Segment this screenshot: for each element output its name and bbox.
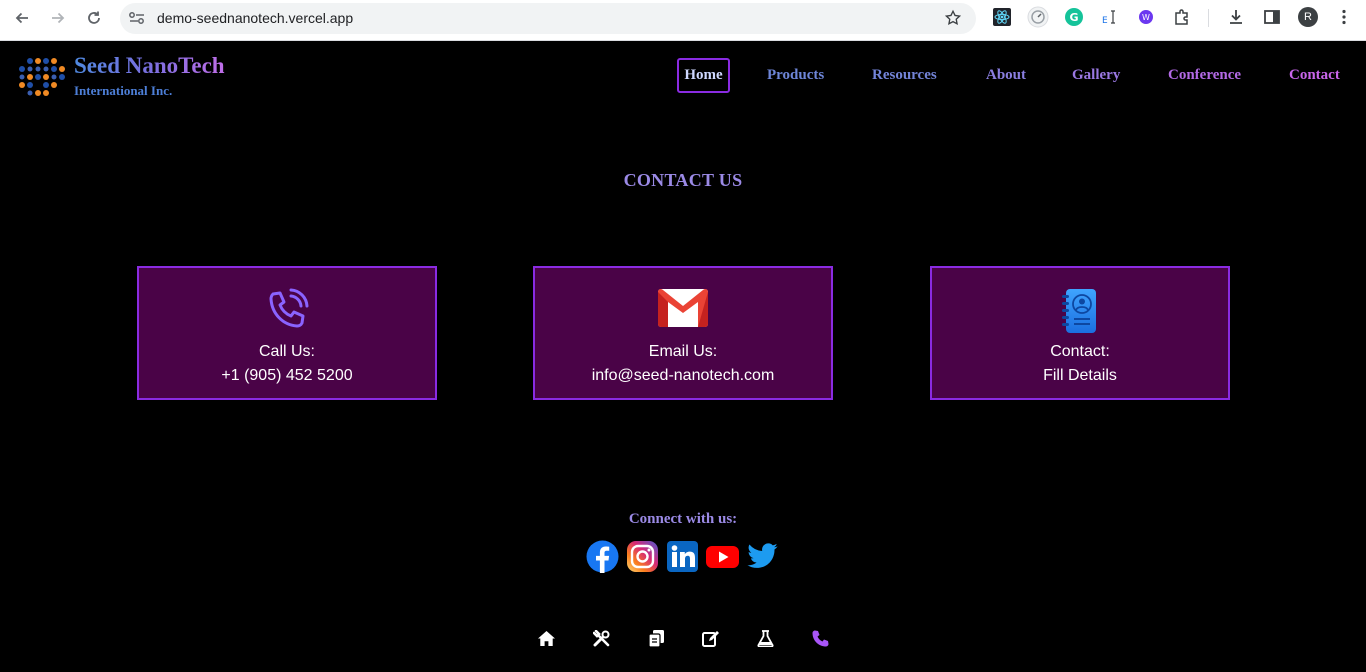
text-cursor-icon[interactable]: E [1101,8,1119,26]
home-icon[interactable] [537,629,555,647]
address-book-icon [932,288,1228,334]
nav-products[interactable]: Products [767,67,824,84]
download-icon[interactable] [1227,8,1245,26]
phone-number[interactable]: +1 (905) 452 5200 [139,367,435,385]
call-card[interactable]: Call Us: +1 (905) 452 5200 [137,266,437,400]
linkedin-icon[interactable] [666,540,699,573]
puzzle-icon[interactable] [1173,8,1191,26]
facebook-icon[interactable] [586,540,619,573]
brand-name[interactable]: Seed NanoTech [74,53,225,79]
contact-details-link[interactable]: Fill Details [932,367,1228,385]
bookmark-star-icon[interactable] [944,9,962,32]
section-title: CONTACT US [623,170,743,190]
wappalyzer-icon[interactable]: W [1137,8,1155,26]
brand-subtitle: International Inc. [74,83,173,98]
nav-home[interactable]: Home [677,58,730,93]
profile-avatar[interactable]: R [1298,7,1318,27]
nav-contact[interactable]: Contact [1289,67,1340,84]
svg-text:E: E [1102,16,1108,26]
forward-button[interactable] [45,6,71,30]
youtube-icon[interactable] [706,540,739,573]
phone-call-icon [139,288,435,332]
phone-icon[interactable] [811,629,829,647]
svg-text:G: G [1069,11,1078,24]
connect-heading: Connect with us: [628,511,738,527]
twitter-icon[interactable] [746,540,779,573]
nav-about[interactable]: About [986,67,1026,84]
call-label: Call Us: [258,343,315,360]
flask-icon[interactable] [756,629,774,647]
instagram-icon[interactable] [626,540,659,573]
reload-button[interactable] [81,6,107,30]
nav-resources[interactable]: Resources [872,67,937,84]
url-text[interactable]: demo-seednanotech.vercel.app [157,10,353,26]
email-card[interactable]: Email Us: info@seed-nanotech.com [533,266,833,400]
email-address[interactable]: info@seed-nanotech.com [535,367,831,385]
more-menu-icon[interactable] [1335,8,1353,26]
toolbar-divider [1208,9,1209,27]
contact-card[interactable]: Contact: Fill Details [930,266,1230,400]
react-devtools-icon[interactable] [993,8,1011,26]
nav-gallery[interactable]: Gallery [1072,67,1120,84]
lighthouse-icon[interactable] [1027,6,1049,28]
email-label: Email Us: [648,343,718,360]
contact-label: Contact: [1050,343,1110,360]
side-panel-icon[interactable] [1263,8,1281,26]
tools-icon[interactable] [592,629,610,647]
gmail-icon [535,288,831,328]
edit-icon[interactable] [701,629,719,647]
address-bar[interactable]: demo-seednanotech.vercel.app [120,3,976,34]
back-button[interactable] [9,6,35,30]
nav-conference[interactable]: Conference [1168,67,1241,84]
svg-text:W: W [1142,13,1150,22]
grammarly-icon[interactable]: G [1065,8,1083,26]
documents-icon[interactable] [647,629,665,647]
site-settings-icon[interactable] [128,10,146,31]
browser-toolbar: demo-seednanotech.vercel.app G E W R [0,0,1366,41]
company-logo[interactable] [16,55,66,104]
